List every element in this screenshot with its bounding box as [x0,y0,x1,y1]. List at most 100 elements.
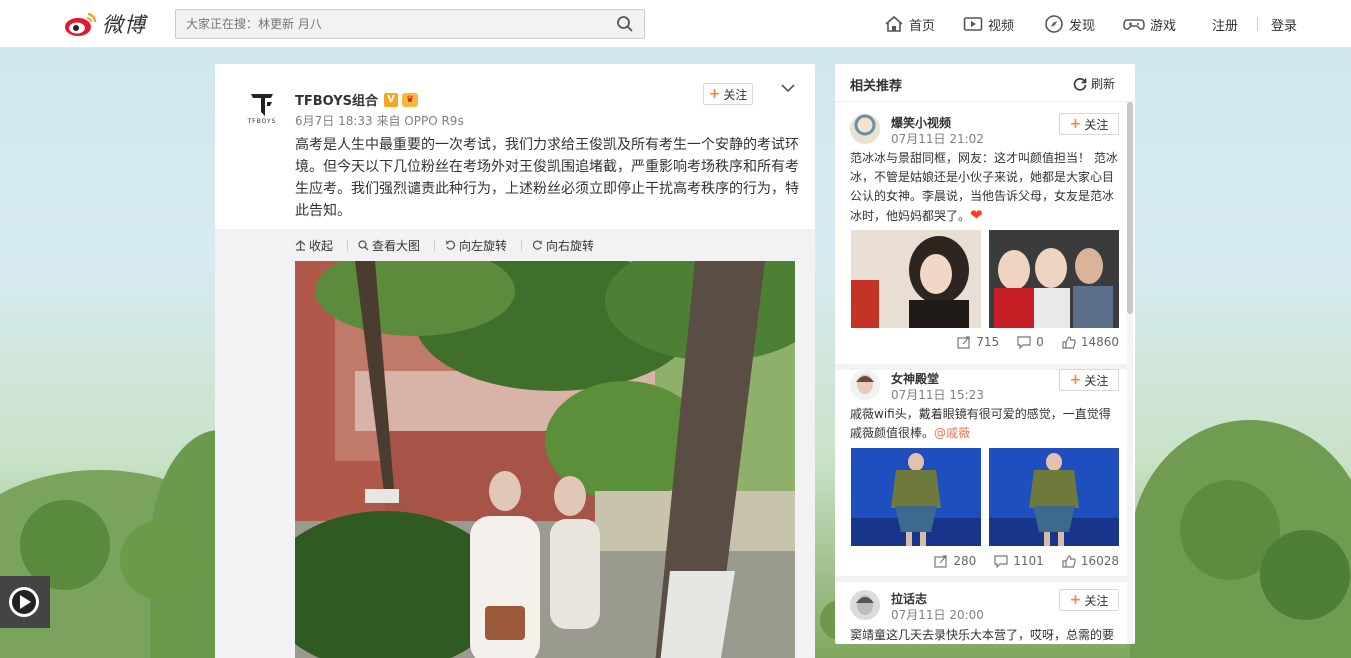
post-author: TFBOYS组合 V ♛ [295,90,419,109]
plus-icon: + [1069,372,1082,388]
rec-image[interactable] [851,448,981,546]
author-name[interactable]: TFBOYS组合 [295,90,378,109]
search-icon[interactable] [616,15,634,36]
rec-text: 戚薇wifi头，戴着眼镜有很可爱的感觉，一直觉得戚薇颜值很棒。@戚薇 [850,405,1120,443]
follow-button[interactable]: + 关注 [1059,369,1119,391]
collapse-label: 收起 [309,239,334,253]
home-icon [885,15,903,32]
nav-home[interactable]: 首页 [884,0,935,48]
rec-text-body: 范冰冰与景甜同框，网友：这才叫颜值担当！ 范冰冰，不管是姑娘还是小伙子来说，她都… [850,151,1118,223]
nav-discover-label: 发现 [1069,18,1096,34]
register-label: 注册 [1212,18,1239,34]
floating-video-button[interactable] [0,576,50,628]
weibo-logo[interactable]: 微博 [64,8,146,40]
refresh-button[interactable]: 刷新 [1073,75,1115,92]
rec-stats: 280 1101 16028 [835,554,1127,568]
nav-video-label: 视频 [988,18,1015,34]
rotate-left-icon [445,240,456,250]
plus-icon: + [1069,116,1082,132]
nav-divider [1257,17,1258,31]
rec-stats: 715 0 14860 [835,335,1127,349]
tfboys-logo-icon [251,94,273,116]
search-input[interactable] [176,10,596,38]
panel-title: 相关推荐 [850,79,903,94]
toolbar-divider [347,240,349,251]
video-icon [963,17,983,31]
scrollbar-thumb[interactable] [1127,102,1133,314]
play-icon [9,587,39,617]
avatar[interactable] [850,590,880,620]
rec-image[interactable] [851,230,981,328]
rotate-left-label: 向左旋转 [459,239,508,253]
nav-video[interactable]: 视频 [963,0,1014,48]
panel-scrollbar[interactable] [1127,102,1133,644]
repost-count: 715 [976,335,1000,349]
mention-link[interactable]: @戚薇 [934,426,970,440]
repost-button[interactable]: 715 [957,335,999,349]
collapse-icon [295,240,306,251]
like-button[interactable]: 14860 [1062,335,1119,349]
like-button[interactable]: 16028 [1062,554,1119,568]
view-large-label: 查看大图 [372,239,421,253]
recommendation-item: 拉话志 07月11日 20:00 + 关注 窦靖童这几天去录快乐大本营了，哎呀，… [835,588,1127,644]
comment-count: 1101 [1013,554,1044,568]
post-photo[interactable] [295,261,795,658]
comment-icon [1017,335,1031,349]
comment-button[interactable]: 1101 [994,554,1044,568]
rec-image[interactable] [989,230,1119,328]
rec-author-name[interactable]: 拉话志 [891,590,927,607]
nav-games-label: 游戏 [1150,18,1177,34]
rec-time: 07月11日 20:00 [891,608,984,622]
post-text: 高考是人生中最重要的一次考试，我们力求给王俊凯及所有考生一个安静的考试环境。但今… [295,137,799,219]
related-recommendations-panel: 相关推荐 刷新 爆笑小视频 07月11日 21:02 + 关注 范冰冰与景甜同框… [835,64,1135,644]
rotate-left-button[interactable]: 向左旋转 [445,237,507,254]
comment-count: 0 [1036,335,1044,349]
chevron-down-icon[interactable] [781,82,795,96]
rec-text-body: 戚薇wifi头，戴着眼镜有很可爱的感觉，一直觉得戚薇颜值很棒。 [850,407,1111,440]
follow-button[interactable]: + 关注 [1059,589,1119,611]
refresh-label: 刷新 [1091,77,1116,91]
refresh-icon [1073,77,1087,91]
rec-time: 07月11日 15:23 [891,388,984,402]
weibo-eye-icon [64,10,98,38]
follow-button[interactable]: + 关注 [1059,113,1119,135]
register-link[interactable]: 注册 [1212,0,1238,48]
follow-label: 关注 [1084,593,1109,608]
logo-text: 微博 [102,13,146,37]
follow-button[interactable]: + 关注 [703,83,753,105]
login-link[interactable]: 登录 [1271,0,1297,48]
thumbs-up-icon [1062,335,1076,349]
rec-image[interactable] [989,448,1119,546]
search-box [175,9,645,39]
avatar-caption: TFBOYS [247,118,277,125]
collapse-button[interactable]: 收起 [295,237,333,254]
image-toolbar: 收起 查看大图 向左旋转 向右旋转 [295,237,608,254]
view-large-button[interactable]: 查看大图 [358,237,420,254]
author-avatar[interactable]: TFBOYS [245,92,279,132]
member-crown-icon[interactable]: ♛ [402,92,419,107]
like-count: 14860 [1080,335,1119,349]
rec-author-name[interactable]: 爆笑小视频 [891,114,951,131]
verified-badge-icon[interactable]: V [384,92,399,107]
rec-text: 范冰冰与景甜同框，网友：这才叫颜值担当！ 范冰冰，不管是姑娘还是小伙子来说，她都… [850,149,1120,226]
media-area: 收起 查看大图 向左旋转 向右旋转 [215,229,815,658]
comment-button[interactable]: 0 [1017,335,1044,349]
comment-icon [994,554,1008,568]
toolbar-divider [434,240,436,251]
follow-label: 关注 [1084,117,1109,132]
nav-discover[interactable]: 发现 [1044,0,1095,48]
rec-text: 窦靖童这几天去录快乐大本营了，哎呀，总需的要 [850,628,1115,642]
compass-icon [1045,15,1063,33]
rec-author-name[interactable]: 女神殿堂 [891,370,939,387]
rotate-right-label: 向右旋转 [546,239,595,253]
recommendation-item: 女神殿堂 07月11日 15:23 + 关注 戚薇wifi头，戴着眼镜有很可爱的… [835,369,1127,582]
rotate-right-button[interactable]: 向右旋转 [532,237,594,254]
repost-button[interactable]: 280 [934,554,976,568]
nav-games[interactable]: 游戏 [1123,0,1176,48]
repost-count: 280 [953,554,977,568]
plus-icon: + [708,86,721,102]
weibo-post-card: TFBOYS TFBOYS组合 V ♛ 6月7日 18:33 来自 OPPO R… [215,64,815,658]
avatar[interactable] [850,114,880,144]
avatar[interactable] [850,370,880,400]
recommendation-item: 爆笑小视频 07月11日 21:02 + 关注 范冰冰与景甜同框，网友：这才叫颜… [835,102,1127,370]
